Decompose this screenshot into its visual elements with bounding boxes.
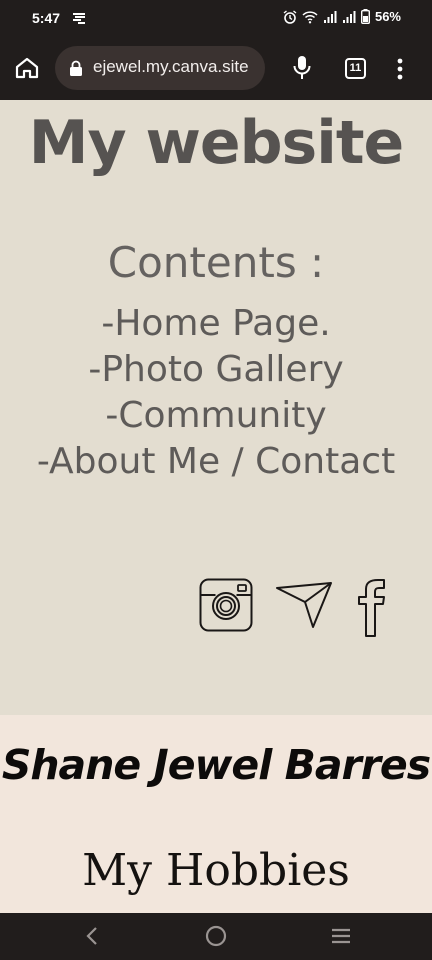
status-icons: 56% xyxy=(283,9,401,24)
lock-icon[interactable] xyxy=(69,60,83,76)
data-saver-icon xyxy=(73,13,85,24)
contents-item-home[interactable]: -Home Page. xyxy=(0,301,432,347)
wifi-icon xyxy=(302,10,318,23)
battery-icon xyxy=(360,9,370,24)
owner-name: Shane Jewel Barres xyxy=(1,741,431,789)
contents-item-gallery[interactable]: -Photo Gallery xyxy=(0,347,432,393)
tabs-button[interactable]: 11 xyxy=(345,58,366,79)
contents-heading: Contents : xyxy=(107,238,325,287)
home-circle-icon[interactable] xyxy=(205,925,227,947)
signal-icon xyxy=(323,10,337,23)
address-bar[interactable]: ejewel.my.canva.site xyxy=(55,46,265,90)
contents-list: -Home Page. -Photo Gallery -Community -A… xyxy=(0,301,432,485)
status-time: 5:47 xyxy=(32,10,61,26)
system-nav-bar xyxy=(0,913,432,960)
url-text[interactable]: ejewel.my.canva.site xyxy=(93,57,249,77)
web-page: My website Contents : -Home Page. -Photo… xyxy=(0,100,432,913)
battery-percent: 56% xyxy=(374,9,401,24)
instagram-icon[interactable] xyxy=(199,578,253,632)
site-title: My website xyxy=(28,108,404,178)
mic-icon[interactable] xyxy=(292,55,312,81)
hobbies-heading: My Hobbies xyxy=(82,845,350,896)
send-icon[interactable] xyxy=(275,580,335,630)
name-section: Shane Jewel Barres My Hobbies xyxy=(0,715,432,913)
contents-item-community[interactable]: -Community xyxy=(0,393,432,439)
back-icon[interactable] xyxy=(84,925,100,947)
recents-icon[interactable] xyxy=(330,927,352,945)
alarm-icon xyxy=(283,9,297,24)
contents-item-about[interactable]: -About Me / Contact xyxy=(0,439,432,485)
facebook-icon[interactable] xyxy=(356,578,386,638)
home-icon[interactable] xyxy=(14,56,40,80)
browser-toolbar: ejewel.my.canva.site 11 xyxy=(0,36,432,100)
signal-icon xyxy=(342,10,356,23)
status-bar: 5:47 56% xyxy=(0,0,432,36)
more-vert-icon[interactable] xyxy=(396,58,404,80)
